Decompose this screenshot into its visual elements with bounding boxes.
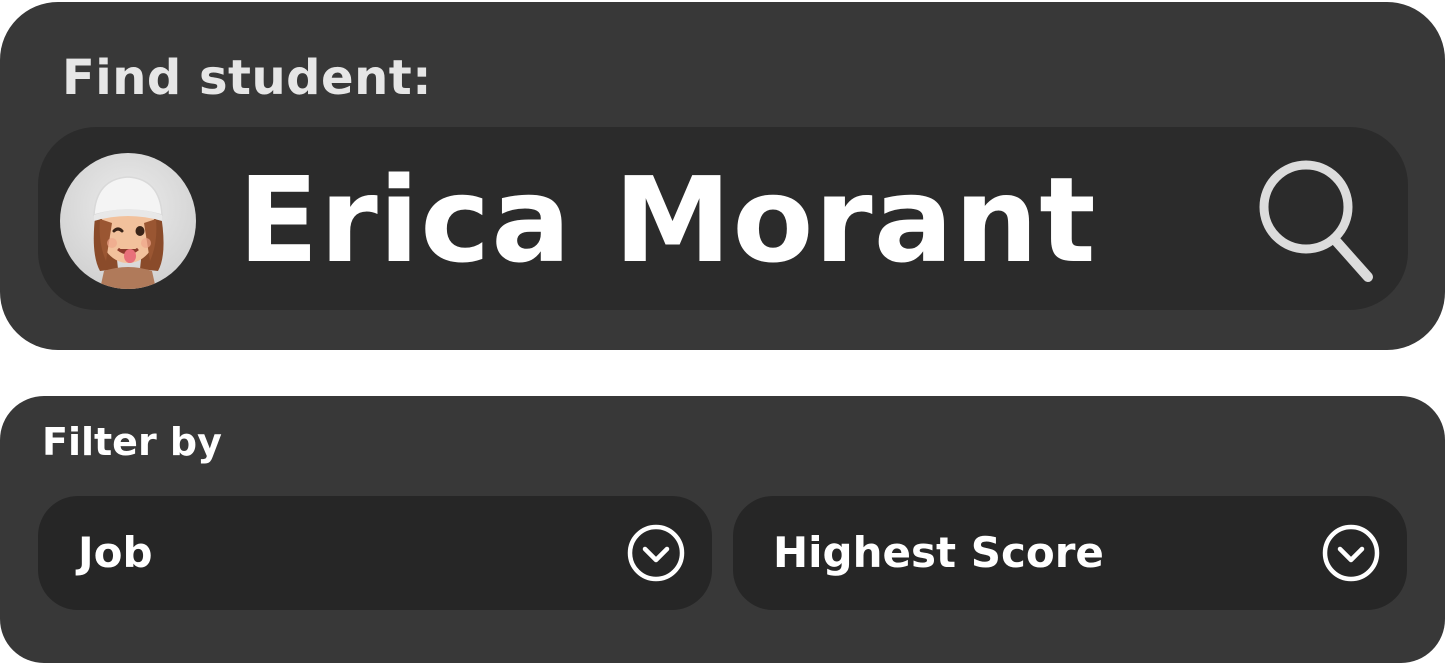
chevron-down-circle-icon[interactable] (626, 523, 686, 583)
student-search-field[interactable]: Erica Morant (38, 127, 1408, 310)
search-input-value[interactable]: Erica Morant (238, 145, 1097, 295)
memoji-avatar-icon (93, 176, 164, 289)
filter-by-title: Filter by (42, 420, 222, 464)
search-icon[interactable] (1256, 155, 1376, 285)
score-filter-dropdown[interactable]: Highest Score (733, 496, 1407, 610)
score-filter-label: Highest Score (773, 528, 1104, 577)
find-student-title: Find student: (62, 50, 432, 106)
chevron-down-circle-icon[interactable] (1321, 523, 1381, 583)
job-filter-dropdown[interactable]: Job (38, 496, 712, 610)
student-avatar (60, 153, 196, 289)
filter-panel: Filter by Job Highest Score (0, 396, 1445, 663)
find-student-panel: Find student: Erica Morant (0, 2, 1445, 350)
job-filter-label: Job (78, 528, 153, 577)
